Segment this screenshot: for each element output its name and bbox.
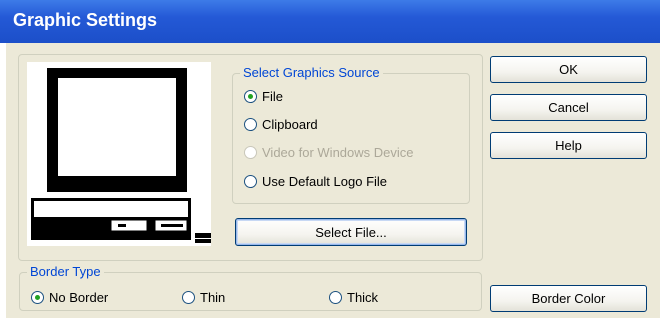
ok-button[interactable]: OK (490, 56, 647, 83)
radio-thick[interactable]: Thick (329, 288, 378, 306)
radio-clipboard-button[interactable] (244, 117, 257, 131)
radio-thin-button[interactable] (182, 290, 195, 304)
radio-file-label: File (262, 88, 283, 104)
graphics-source-legend: Select Graphics Source (240, 65, 383, 80)
radio-thick-button[interactable] (329, 290, 342, 304)
radio-default-logo[interactable]: Use Default Logo File (244, 172, 387, 190)
radio-clipboard-label: Clipboard (262, 116, 318, 132)
radio-video-device-label: Video for Windows Device (262, 144, 414, 160)
radio-clipboard[interactable]: Clipboard (244, 115, 318, 133)
logo-preview (27, 62, 211, 246)
radio-no-border[interactable]: No Border (31, 288, 108, 306)
border-type-legend: Border Type (27, 264, 104, 279)
radio-thick-label: Thick (347, 289, 379, 305)
radio-no-border-label: No Border (49, 289, 109, 305)
window-title: Graphic Settings (13, 10, 158, 30)
radio-thin-label: Thin (200, 289, 226, 305)
radio-default-logo-button[interactable] (244, 174, 257, 188)
help-button[interactable]: Help (490, 132, 647, 159)
border-color-button[interactable]: Border Color (490, 285, 647, 312)
title-bar[interactable]: Graphic Settings (0, 0, 660, 43)
graphic-settings-dialog: Graphic Settings Select Graphics Source … (0, 0, 660, 325)
radio-file[interactable]: File (244, 87, 283, 105)
radio-video-device-button (244, 145, 257, 159)
radio-default-logo-label: Use Default Logo File (262, 173, 388, 189)
computer-icon (31, 68, 211, 243)
radio-thin[interactable]: Thin (182, 288, 225, 306)
cancel-button[interactable]: Cancel (490, 94, 647, 121)
bottom-strip (0, 318, 660, 325)
radio-video-device: Video for Windows Device (244, 143, 414, 161)
radio-file-button[interactable] (244, 89, 257, 103)
radio-no-border-button[interactable] (31, 290, 44, 304)
select-file-button[interactable]: Select File... (235, 218, 467, 246)
